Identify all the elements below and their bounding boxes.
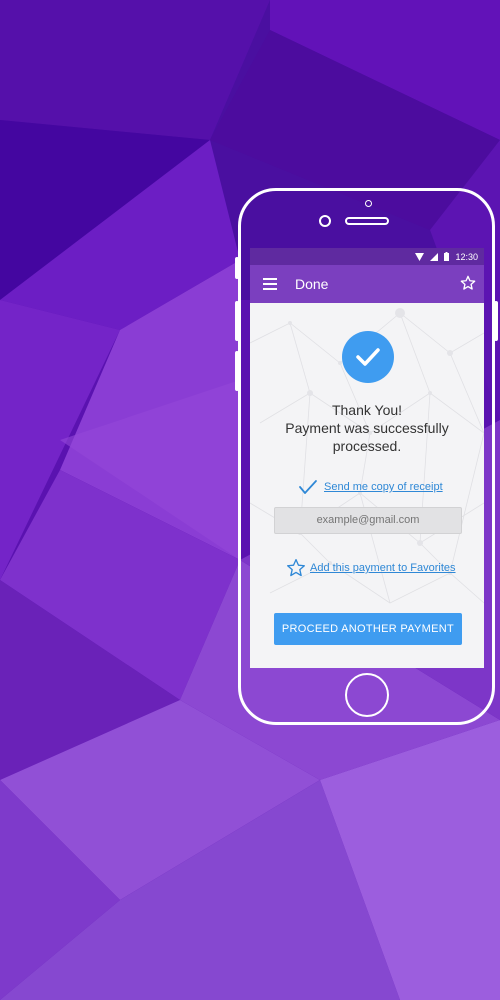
send-receipt-link[interactable]: Send me copy of receipt	[324, 481, 443, 493]
proceed-another-payment-button[interactable]: PROCEED ANOTHER PAYMENT	[274, 613, 462, 645]
confirmation-content: Thank You! Payment was successfully proc…	[250, 303, 484, 668]
battery-icon	[444, 252, 450, 261]
phone-sensor	[365, 200, 372, 207]
confirmation-line-3: processed.	[332, 438, 402, 454]
favorites-star-icon[interactable]	[286, 558, 306, 578]
signal-icon	[430, 252, 439, 261]
status-bar: 12:30	[250, 248, 484, 265]
phone-volume-up-button	[235, 301, 239, 341]
phone-speaker	[345, 217, 389, 225]
success-check-icon	[342, 331, 394, 383]
app-bar: Done	[250, 265, 484, 303]
favorite-star-icon[interactable]	[460, 275, 476, 291]
home-button	[345, 673, 389, 717]
phone-side-button	[235, 257, 239, 279]
menu-icon[interactable]	[263, 278, 277, 290]
confirmation-line-1: Thank You!	[331, 402, 403, 418]
phone-camera	[319, 215, 331, 227]
receipt-check-icon[interactable]	[298, 479, 318, 495]
phone-volume-down-button	[235, 351, 239, 391]
app-bar-title: Done	[295, 276, 329, 292]
favorites-option[interactable]: Add this payment to Favorites	[286, 558, 456, 578]
wifi-icon	[415, 252, 425, 261]
confirmation-message: Thank You! Payment was successfully proc…	[250, 401, 484, 455]
phone-power-button	[494, 301, 498, 341]
receipt-option[interactable]: Send me copy of receipt	[298, 479, 443, 495]
app-screen: 12:30 Done Thank You! Payment was succes…	[250, 248, 484, 668]
email-input[interactable]	[274, 507, 462, 534]
confirmation-line-2: Payment was successfully	[285, 420, 449, 436]
phone-frame: 12:30 Done Thank You! Payment was succes…	[235, 188, 498, 725]
status-time: 12:30	[455, 251, 478, 262]
add-to-favorites-link[interactable]: Add this payment to Favorites	[310, 562, 456, 574]
